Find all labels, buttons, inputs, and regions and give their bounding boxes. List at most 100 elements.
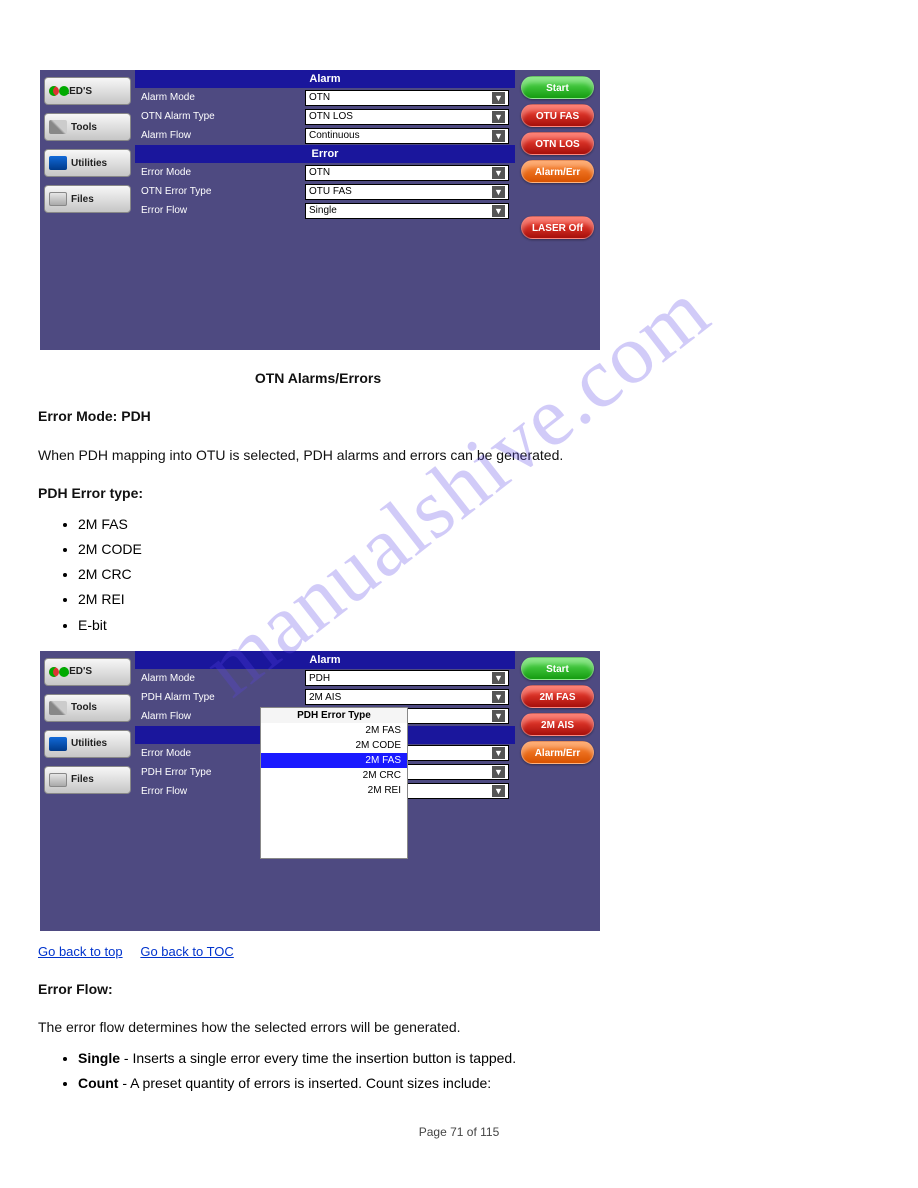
- select-errormode[interactable]: OTN ▼: [305, 165, 509, 181]
- popup-item[interactable]: 2M FAS: [261, 753, 407, 768]
- sidebar-tools[interactable]: Tools: [44, 113, 131, 141]
- form-label: Alarm Mode: [141, 92, 301, 103]
- list-item: 2M FAS: [78, 513, 888, 536]
- sidebar-leds[interactable]: LED'S: [44, 658, 131, 686]
- select-pdhalarmtype[interactable]: 2M AIS ▼: [305, 689, 509, 705]
- error-flow-heading: Error Flow:: [38, 979, 878, 999]
- action-laseroff[interactable]: LASER Off: [521, 216, 594, 239]
- ic-tools-icon: [49, 120, 67, 134]
- sidebar: LED'S Tools Utilities Files: [40, 651, 135, 931]
- pdh-error-type-label: PDH Error type:: [38, 483, 878, 503]
- form-label: OTN Alarm Type: [141, 111, 301, 122]
- action-alarmerr[interactable]: Alarm/Err: [521, 741, 594, 764]
- select-value: OTN: [309, 92, 330, 103]
- pdh-error-type-popup[interactable]: PDH Error Type 2M FAS2M CODE2M FAS2M CRC…: [260, 707, 408, 859]
- list-item: E-bit: [78, 614, 888, 637]
- alarm-header: Alarm: [135, 651, 515, 669]
- select-alarmmode[interactable]: PDH▼: [305, 670, 509, 686]
- page-number: Page 71 of 115: [30, 1125, 888, 1139]
- select-value: OTN LOS: [309, 111, 353, 122]
- form-label: Error Mode: [141, 167, 301, 178]
- form-row: Alarm FlowContinuous▼: [135, 126, 515, 145]
- action-start[interactable]: Start: [521, 657, 594, 680]
- action-otnlos[interactable]: OTN LOS: [521, 132, 594, 155]
- error-flow-text: The error flow determines how the select…: [38, 1017, 878, 1037]
- chevron-down-icon: ▼: [492, 747, 505, 759]
- chevron-down-icon: ▼: [492, 92, 505, 104]
- ic-leds-icon: [49, 86, 59, 96]
- form-label: Error Flow: [141, 205, 301, 216]
- sidebar-files[interactable]: Files: [44, 766, 131, 794]
- sidebar-utilities[interactable]: Utilities: [44, 730, 131, 758]
- rightbar: Start OTU FAS OTN LOS Alarm/Err LASER Off: [515, 70, 600, 350]
- popup-item[interactable]: 2M CRC: [261, 768, 407, 783]
- select-value: OTU FAS: [309, 186, 352, 197]
- sidebar-leds[interactable]: LED'S: [44, 77, 131, 105]
- chevron-down-icon: ▼: [492, 186, 505, 198]
- form-label: Alarm Mode: [141, 673, 301, 684]
- chevron-down-icon: ▼: [492, 205, 505, 217]
- form-label: PDH Alarm Type: [141, 692, 301, 703]
- form-label: OTN Error Type: [141, 186, 301, 197]
- select-alarmmode[interactable]: OTN ▼: [305, 90, 509, 106]
- list-item: 2M CRC: [78, 563, 888, 586]
- action-otufas[interactable]: OTU FAS: [521, 104, 594, 127]
- action-mais[interactable]: 2M AIS: [521, 713, 594, 736]
- popup-item[interactable]: 2M CODE: [261, 738, 407, 753]
- select-otnerrortype[interactable]: OTU FAS ▼: [305, 184, 509, 200]
- chevron-down-icon: ▼: [492, 130, 505, 142]
- select-errorflow[interactable]: Single ▼: [305, 203, 509, 219]
- center-pane: Alarm Alarm ModeOTN▼OTN Alarm TypeOTN LO…: [135, 70, 515, 350]
- form-row: Error Flow Single ▼: [135, 201, 515, 220]
- popup-title: PDH Error Type: [261, 708, 407, 723]
- sidebar-item-label: Utilities: [71, 738, 107, 749]
- sidebar-tools[interactable]: Tools: [44, 694, 131, 722]
- sidebar-utilities[interactable]: Utilities: [44, 149, 131, 177]
- ic-tools-icon: [49, 701, 67, 715]
- rightbar: Start 2M FAS 2M AIS Alarm/Err: [515, 651, 600, 931]
- ic-util-icon: [49, 156, 67, 170]
- figure-caption: OTN Alarms/Errors: [38, 368, 598, 388]
- form-row: OTN Alarm Type OTN LOS ▼: [135, 107, 515, 126]
- pdh-error-list: 2M FAS2M CODE2M CRC2M REIE-bit: [78, 513, 888, 636]
- app-panel-pdh: LED'S Tools Utilities Files Alarm Alarm Mod…: [40, 651, 600, 931]
- popup-item[interactable]: 2M REI: [261, 783, 407, 798]
- form-row: OTN Error Type OTU FAS ▼: [135, 182, 515, 201]
- select-alarmflow[interactable]: Continuous ▼: [305, 128, 509, 144]
- center-pane: Alarm Alarm Mode PDH▼ PDH Alarm Type 2M AIS…: [135, 651, 515, 931]
- sidebar-item-label: Files: [71, 194, 94, 205]
- chevron-down-icon: ▼: [492, 710, 505, 722]
- action-mfas[interactable]: 2M FAS: [521, 685, 594, 708]
- ic-leds-icon: [49, 667, 59, 677]
- pdh-lead: When PDH mapping into OTU is selected, P…: [38, 445, 878, 465]
- list-item: 2M CODE: [78, 538, 888, 561]
- sidebar-item-label: Utilities: [71, 158, 107, 169]
- sidebar-item-label: Tools: [71, 122, 97, 133]
- link-back-toc[interactable]: Go back to TOC: [140, 944, 233, 959]
- ic-util-icon: [49, 737, 67, 751]
- action-alarmerr[interactable]: Alarm/Err: [521, 160, 594, 183]
- select-value: Continuous: [309, 130, 360, 141]
- select-otnalarmtype[interactable]: OTN LOS ▼: [305, 109, 509, 125]
- sidebar: LED'S Tools Utilities Files: [40, 70, 135, 350]
- chevron-down-icon: ▼: [492, 691, 505, 703]
- ic-files-icon: [49, 192, 67, 206]
- form-row: Alarm Mode PDH▼: [135, 669, 515, 688]
- chevron-down-icon: ▼: [492, 766, 505, 778]
- ic-files-icon: [49, 773, 67, 787]
- chevron-down-icon: ▼: [492, 111, 505, 123]
- sidebar-files[interactable]: Files: [44, 185, 131, 213]
- action-start[interactable]: Start: [521, 76, 594, 99]
- chevron-down-icon: ▼: [492, 672, 505, 684]
- link-back-top[interactable]: Go back to top: [38, 944, 123, 959]
- error-mode-heading: Error Mode: PDH: [38, 406, 878, 426]
- select-value: Single: [309, 205, 337, 216]
- chevron-down-icon: ▼: [492, 167, 505, 179]
- form-row: Alarm Mode OTN ▼: [135, 88, 515, 107]
- select-value: 2M AIS: [309, 692, 341, 703]
- sidebar-item-label: Tools: [71, 702, 97, 713]
- list-item: Count - A preset quantity of errors is i…: [78, 1072, 888, 1095]
- form-row: PDH Alarm Type 2M AIS ▼: [135, 688, 515, 707]
- popup-item[interactable]: 2M FAS: [261, 723, 407, 738]
- select-value: OTN: [309, 167, 330, 178]
